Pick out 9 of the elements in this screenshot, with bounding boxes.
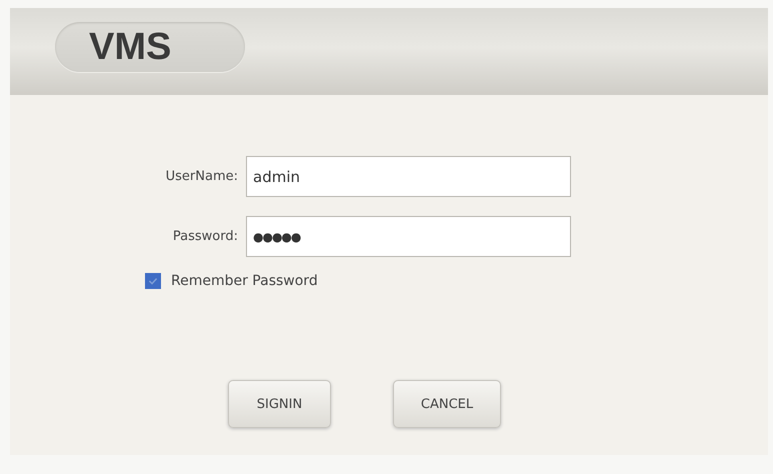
window-title: VMS bbox=[55, 22, 245, 72]
input-field[interactable]: admin bbox=[246, 156, 571, 197]
input-field[interactable]: ●●●●● bbox=[246, 216, 571, 257]
field-label: UserName: bbox=[164, 169, 239, 184]
field-label: Password: bbox=[172, 229, 239, 244]
cancel-button[interactable]: CANCEL bbox=[393, 380, 501, 428]
checkbox[interactable] bbox=[145, 273, 161, 289]
checkbox-label: Remember Password bbox=[171, 273, 318, 289]
signin-button[interactable]: SIGNIN bbox=[228, 380, 331, 428]
